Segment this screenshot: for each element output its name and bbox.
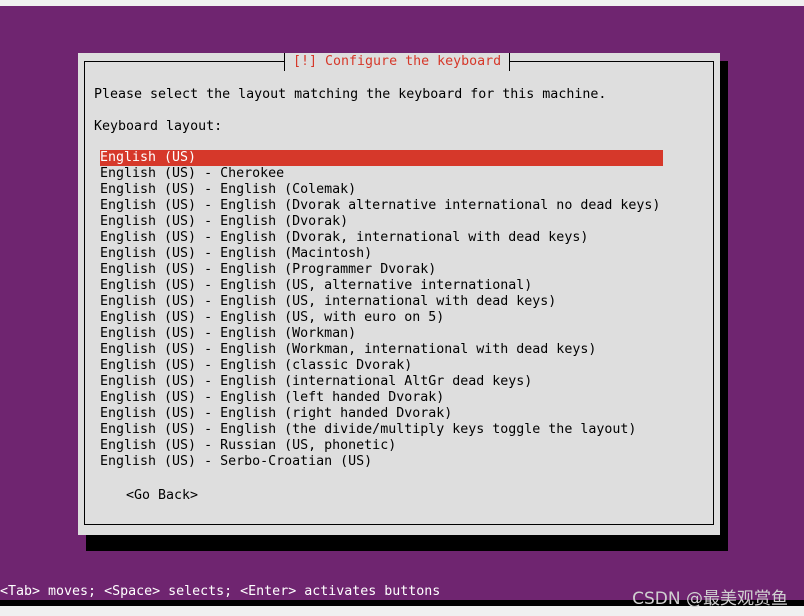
keyboard-layout-option[interactable]: English (US) - English (Programmer Dvora…	[100, 262, 663, 278]
keyboard-layout-option[interactable]: English (US) - Serbo-Croatian (US)	[100, 454, 663, 470]
status-line: <Tab> moves; <Space> selects; <Enter> ac…	[0, 584, 441, 599]
keyboard-layout-option[interactable]: English (US) - English (US, with euro on…	[100, 310, 663, 326]
keyboard-layout-option[interactable]: English (US) - Cherokee	[100, 166, 663, 182]
keyboard-layout-option[interactable]: English (US) - English (international Al…	[100, 374, 663, 390]
go-back-button[interactable]: <Go Back>	[126, 488, 198, 504]
keyboard-layout-option[interactable]: English (US) - English (US, internationa…	[100, 294, 663, 310]
keyboard-layout-label: Keyboard layout:	[94, 119, 223, 134]
keyboard-layout-option[interactable]: English (US) - English (Dvorak)	[100, 214, 663, 230]
dialog-title: [!] Configure the keyboard	[284, 53, 511, 71]
keyboard-layout-option[interactable]: English (US) - English (classic Dvorak)	[100, 358, 663, 374]
keyboard-layout-option[interactable]: English (US) - English (left handed Dvor…	[100, 390, 663, 406]
keyboard-layout-option[interactable]: English (US) - English (Dvorak alternati…	[100, 198, 663, 214]
keyboard-layout-option[interactable]: English (US) - English (the divide/multi…	[100, 422, 663, 438]
keyboard-layout-option[interactable]: English (US) - English (Workman)	[100, 326, 663, 342]
watermark: CSDN @最美观赏鱼	[632, 589, 788, 609]
keyboard-layout-option[interactable]: English (US)	[100, 150, 663, 166]
keyboard-layout-option[interactable]: English (US) - English (US, alternative …	[100, 278, 663, 294]
keyboard-layout-option[interactable]: English (US) - English (right handed Dvo…	[100, 406, 663, 422]
configure-keyboard-dialog: [!] Configure the keyboard Please select…	[78, 53, 720, 535]
keyboard-layout-option[interactable]: English (US) - English (Workman, interna…	[100, 342, 663, 358]
keyboard-layout-option[interactable]: English (US) - English (Colemak)	[100, 182, 663, 198]
keyboard-layout-option[interactable]: English (US) - English (Dvorak, internat…	[100, 230, 663, 246]
dialog-prompt: Please select the layout matching the ke…	[94, 87, 607, 102]
keyboard-layout-option[interactable]: English (US) - Russian (US, phonetic)	[100, 438, 663, 454]
keyboard-layout-option[interactable]: English (US) - English (Macintosh)	[100, 246, 663, 262]
